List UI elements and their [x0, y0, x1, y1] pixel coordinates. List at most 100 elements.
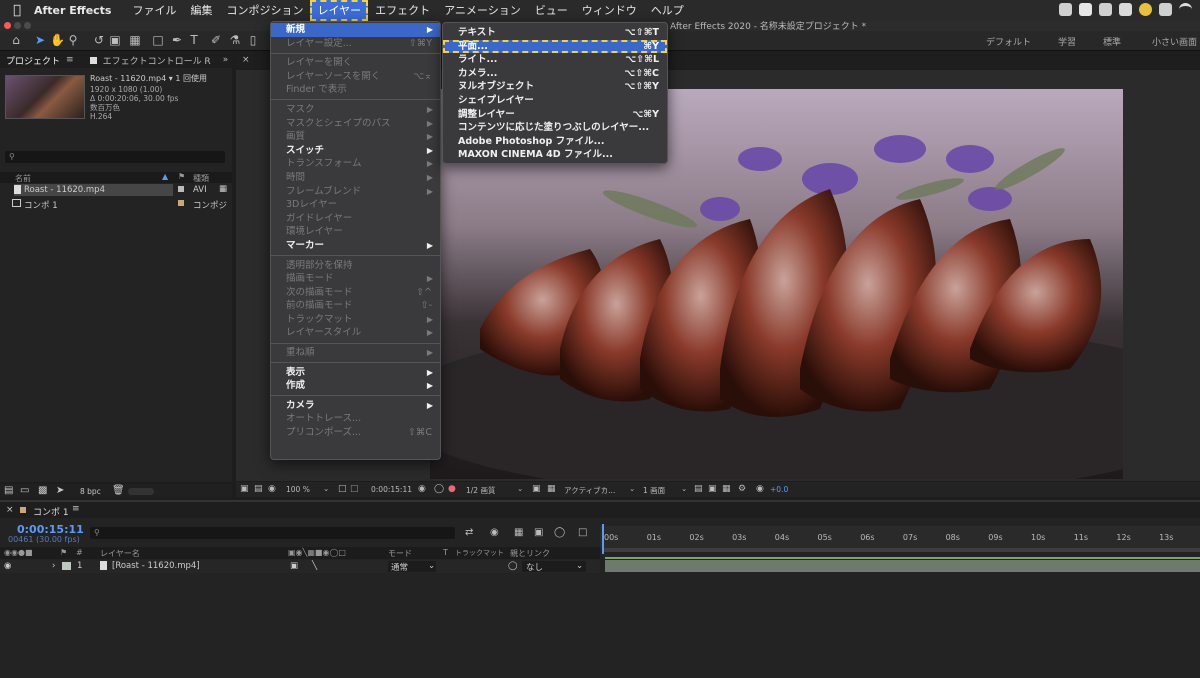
apple-icon[interactable]: 	[0, 3, 34, 18]
panel-menu-icon[interactable]: ≡	[66, 55, 74, 65]
layer-name[interactable]: [Roast - 11620.mp4]	[112, 561, 200, 571]
eye-icon[interactable]: ◉	[4, 561, 11, 571]
layer-menu-item[interactable]: スイッチ ▶	[271, 144, 440, 158]
menu-view[interactable]: ビュー	[528, 0, 575, 21]
interpret-footage-icon[interactable]: ▤	[4, 485, 13, 496]
new-submenu-item[interactable]: テキスト ⌥⇧⌘T	[443, 26, 667, 40]
chevron-down-icon[interactable]: ⌄	[576, 561, 583, 571]
bit-depth[interactable]: 8 bpc	[80, 487, 101, 496]
new-submenu-item[interactable]: ライト... ⌥⇧⌘L	[443, 53, 667, 67]
quality-icon[interactable]: ╲	[312, 561, 317, 571]
chevron-down-icon[interactable]: ⌄	[323, 484, 329, 493]
scroll-handle[interactable]	[128, 488, 154, 495]
tray-icon-5[interactable]	[1139, 3, 1152, 16]
col-name[interactable]: 名前	[15, 173, 31, 184]
chevron-down-icon[interactable]: ⌄	[681, 484, 687, 493]
wifi-icon[interactable]	[1179, 3, 1192, 16]
new-solid-menu-item[interactable]: 平面... ⌘Y	[443, 39, 667, 54]
channel-icon[interactable]: ●	[448, 484, 456, 494]
view-layout-select[interactable]: 1 画面	[643, 485, 665, 496]
home-icon[interactable]: ⌂	[9, 33, 23, 47]
monitor-icon[interactable]: ▤	[254, 484, 263, 494]
effects-lock-icon[interactable]	[89, 56, 97, 64]
safe-zones-icon[interactable]: □	[338, 484, 347, 494]
label-tag-icon[interactable]: ⚑	[60, 548, 67, 557]
panel-menu-icon[interactable]: ≡	[72, 504, 80, 514]
type-tool-icon[interactable]: T	[187, 33, 201, 47]
pickwhip-icon[interactable]: ◯	[508, 561, 518, 571]
current-time-indicator[interactable]	[602, 524, 604, 554]
tray-icon-3[interactable]	[1099, 3, 1112, 16]
current-time-display[interactable]: 0:00:15:11	[371, 485, 412, 494]
timeline-tab[interactable]: コンポ 1	[33, 505, 69, 518]
col-mode[interactable]: モード	[388, 548, 412, 559]
menu-composition[interactable]: コンポジション	[219, 0, 310, 21]
brush-tool-icon[interactable]: ✐	[209, 33, 223, 47]
chevron-down-icon[interactable]: ⌄	[428, 561, 435, 571]
tray-icon-2[interactable]	[1079, 3, 1092, 16]
zoom-tool-icon[interactable]: ⚲	[66, 33, 80, 47]
flowchart-icon[interactable]: ⚙	[738, 484, 746, 494]
layer-row[interactable]: ◉ › 1 [Roast - 11620.mp4] ▣ ╲ 通常 ⌄ ◯ なし …	[0, 560, 600, 573]
new-submenu-item[interactable]: Adobe Photoshop ファイル...	[443, 135, 667, 149]
always-preview-icon[interactable]: ▣	[240, 484, 249, 494]
project-item-footage[interactable]: Roast - 11620.mp4 AVI ▦	[0, 184, 232, 196]
layer-menu-item[interactable]: カメラ ▶	[271, 399, 440, 413]
graph-editor-icon[interactable]: ◯	[554, 527, 565, 538]
motion-blur-icon[interactable]: ▣	[534, 527, 543, 538]
col-type[interactable]: 種類	[193, 173, 209, 184]
time-ruler[interactable]: 00s 01s 02s 03s 04s 05s 06s 07s 08s 09s 10s 11s 12s 1…	[600, 526, 1200, 548]
menu-help[interactable]: ヘルプ	[644, 0, 691, 21]
col-track-matte[interactable]: トラックマット	[455, 548, 504, 558]
chevron-down-icon[interactable]: ⌄	[629, 484, 635, 493]
transparency-grid-icon[interactable]: ▦	[547, 484, 556, 494]
camera-tool-icon[interactable]: ▣	[108, 33, 122, 47]
tray-icon-6[interactable]	[1159, 3, 1172, 16]
zoom-select[interactable]: 100 %	[286, 485, 310, 494]
timeline-close-icon[interactable]: ×	[6, 505, 14, 515]
region-of-interest-icon[interactable]: ▣	[532, 484, 541, 494]
shy-icon[interactable]: ▣	[290, 561, 298, 571]
pan-behind-tool-icon[interactable]: ▦	[128, 33, 142, 47]
col-t[interactable]: T	[443, 548, 448, 557]
trash-icon[interactable]: 🗑	[112, 485, 125, 496]
comp-mini-flowchart-icon[interactable]: ⇄	[465, 527, 473, 538]
rectangle-tool-icon[interactable]: □	[151, 33, 165, 47]
vr-icon[interactable]: ◉	[268, 484, 276, 494]
new-folder-icon[interactable]: ▭	[20, 485, 29, 496]
col-layer-name[interactable]: レイヤー名	[100, 548, 140, 559]
frame-blending-icon[interactable]: ▦	[514, 527, 523, 538]
layer-menu-item[interactable]: 新規 ▶	[271, 23, 440, 37]
menu-effect[interactable]: エフェクト	[368, 0, 437, 21]
show-snapshot-icon[interactable]: ◯	[434, 484, 444, 494]
fast-previews-icon[interactable]: ▣	[708, 484, 717, 494]
label-tag-icon[interactable]: ⚑	[178, 172, 185, 181]
flowchart-icon[interactable]: ➤	[56, 485, 64, 496]
new-submenu-item[interactable]: MAXON CINEMA 4D ファイル...	[443, 148, 667, 162]
app-name[interactable]: After Effects	[34, 4, 111, 17]
workspace-learn[interactable]: 学習	[1058, 35, 1076, 48]
expand-chevron-icon[interactable]: ›	[52, 561, 55, 571]
close-window-icon[interactable]	[4, 22, 11, 29]
new-submenu-item[interactable]: 調整レイヤー ⌥⌘Y	[443, 108, 667, 122]
project-search-input[interactable]: ⚲	[5, 151, 225, 163]
shy-layers-icon[interactable]: ◉	[490, 527, 499, 538]
mask-visibility-icon[interactable]: □	[350, 484, 359, 494]
toggle-pixel-aspect-icon[interactable]: ▤	[694, 484, 703, 494]
menu-layer[interactable]: レイヤー	[310, 0, 369, 21]
menu-animation[interactable]: アニメーション	[437, 0, 528, 21]
rotate-tool-icon[interactable]: ↺	[92, 33, 106, 47]
new-submenu-item[interactable]: カメラ... ⌥⇧⌘C	[443, 67, 667, 81]
chevron-down-icon[interactable]: ⌄	[517, 484, 523, 493]
hand-tool-icon[interactable]: ✋	[50, 33, 65, 47]
menu-file[interactable]: ファイル	[125, 0, 183, 21]
resolution-select[interactable]: 1/2 画質	[466, 485, 495, 496]
new-comp-icon[interactable]: ▩	[38, 485, 47, 496]
workspace-default[interactable]: デフォルト	[986, 35, 1031, 48]
workspace-standard[interactable]: 標準	[1103, 35, 1121, 48]
new-submenu-item[interactable]: ヌルオブジェクト ⌥⇧⌘Y	[443, 80, 667, 94]
col-parent[interactable]: 親とリンク	[510, 548, 550, 559]
label-color-icon[interactable]	[62, 562, 71, 570]
menu-edit[interactable]: 編集	[183, 0, 219, 21]
layer-bar[interactable]	[605, 560, 1200, 572]
